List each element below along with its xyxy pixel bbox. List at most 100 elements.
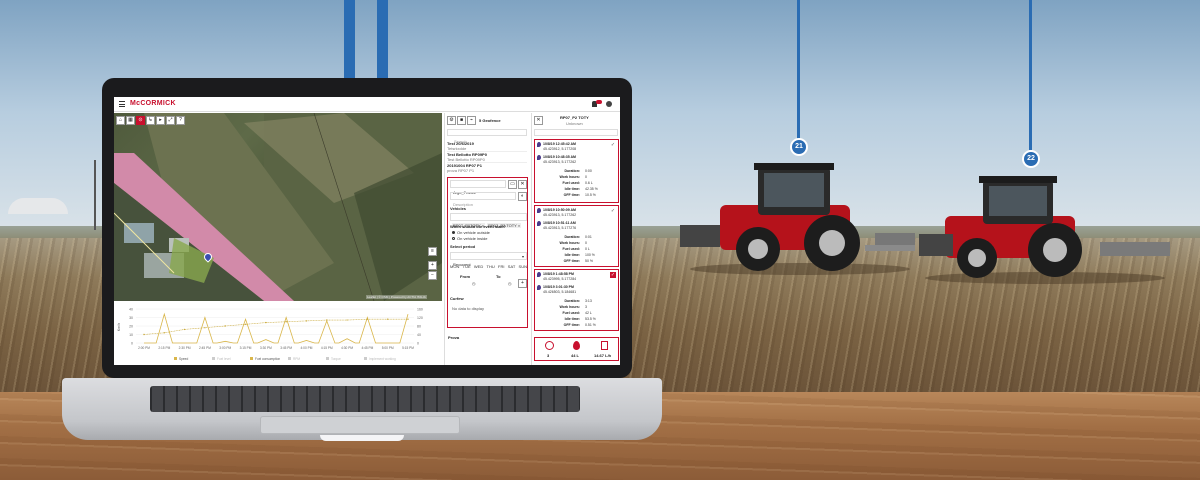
- list-item[interactable]: 20191004 RP07 P1 prova RP07 P1: [447, 163, 527, 174]
- check-icon[interactable]: ✓: [610, 142, 616, 148]
- home-icon[interactable]: ⌂: [116, 116, 125, 125]
- settings-icon[interactable]: ⚙: [447, 116, 456, 125]
- hamburger-menu-icon[interactable]: [119, 101, 125, 107]
- user-icon[interactable]: [606, 101, 612, 107]
- data-point: [386, 318, 389, 320]
- fullscreen-icon[interactable]: ⤢: [166, 116, 175, 125]
- layers-icon[interactable]: ▦: [126, 116, 135, 125]
- trip-card[interactable]: 10/8/19 12:45:42 AM 45.423912, 5.177208 10…: [534, 139, 619, 203]
- geofence-item-sub: Tetsrkxdde: [447, 146, 467, 151]
- day-toggle[interactable]: THU: [487, 264, 495, 269]
- stop-icon[interactable]: ■: [457, 116, 466, 125]
- vehicles-select[interactable]: RP07_P0TOTY × RP07_P2 TOTY ×: [450, 213, 527, 228]
- x-tick-label: 3:15 PM: [240, 346, 252, 350]
- from-label: From: [460, 274, 470, 279]
- map-attribution: Leaflet | © OSM | Powered by ACTIA ITALI…: [366, 295, 427, 299]
- marker-pole-22: [1029, 0, 1032, 150]
- farm-silo: [8, 198, 68, 214]
- legend-label: Implement working: [369, 357, 396, 361]
- description-field[interactable]: Description: [450, 192, 516, 207]
- color-picker-icon[interactable]: ◐: [518, 192, 527, 201]
- blue-pole-2: [377, 0, 388, 78]
- trash-icon[interactable]: ✕: [518, 180, 527, 189]
- stat-value: 0.51 %: [585, 323, 596, 327]
- map-pin-icon: [537, 208, 541, 213]
- geofence-item-sub: Test Bellotto RP09P0: [447, 157, 485, 162]
- data-point: [326, 319, 328, 321]
- stat-label: Fuel used:: [562, 181, 580, 185]
- tractor-image-2: [919, 176, 1170, 284]
- stat-value: 0: [585, 241, 587, 245]
- y-tick-label: 20: [129, 325, 133, 329]
- day-toggle[interactable]: TUE: [463, 264, 471, 269]
- fuel-rate: 14.67 L/h: [594, 353, 612, 358]
- folder-icon[interactable]: ▭: [508, 180, 517, 189]
- satellite-map[interactable]: ⌂ ▦ ⊙ ↳ ▸ ⤢ ? + − ≡ Leaflet | © OSM | Po…: [114, 113, 442, 301]
- geofence-search[interactable]: Search: [447, 129, 527, 144]
- x-tick-label: 4:15 PM: [321, 346, 333, 350]
- day-toggle[interactable]: MON: [450, 264, 459, 269]
- check-icon[interactable]: ✓: [610, 272, 616, 278]
- series-line-speed: [144, 312, 409, 344]
- x-tick-label: 2:30 PM: [179, 346, 191, 350]
- legend-swatch: [364, 357, 367, 360]
- geofence-item-sub: prova RP07 P1: [447, 168, 475, 173]
- data-point: [285, 321, 287, 323]
- day-toggle[interactable]: FRI: [498, 264, 504, 269]
- trip-card[interactable]: 10/8/19 1:48:58 PM 45.423995, 5.177284 10/…: [534, 269, 619, 331]
- legend-label: Speed: [179, 357, 188, 361]
- app-topbar: McCORMICK: [114, 97, 620, 112]
- data-point: [346, 319, 348, 321]
- vehicles-label: Vehicles: [450, 206, 467, 211]
- data-point: [183, 328, 186, 331]
- list-item[interactable]: Test 20/6/2019 Tetsrkxdde: [447, 141, 527, 152]
- data-point: [407, 318, 409, 320]
- vehicle-search[interactable]: Search: [534, 129, 618, 144]
- radio-outside[interactable]: On vehicle outside: [452, 230, 490, 235]
- fuel-pump-icon: [601, 341, 608, 350]
- data-point: [163, 332, 166, 334]
- location-icon[interactable]: ⊙: [136, 116, 145, 125]
- y-tick-label: 30: [129, 316, 133, 320]
- close-icon[interactable]: ✕: [534, 116, 543, 125]
- geofence-name-field[interactable]: Argo_France: [450, 180, 506, 195]
- stat-value: 0.6 L: [585, 181, 593, 185]
- route-icon[interactable]: ↳: [146, 116, 155, 125]
- y2-tick-label: 0: [417, 342, 419, 346]
- map-layers-button[interactable]: ≡: [428, 247, 437, 256]
- day-selector: MON TUE WED THU FRI SAT SUN: [450, 264, 527, 269]
- stat-label: Idle time:: [564, 317, 580, 321]
- zoom-out-button[interactable]: −: [428, 271, 437, 280]
- from-clock-icon[interactable]: ◷: [472, 281, 476, 286]
- data-point: [224, 325, 226, 327]
- check-icon[interactable]: ✓: [610, 208, 616, 214]
- x-tick-label: 3:00 PM: [219, 346, 231, 350]
- stat-label: Work hours:: [559, 305, 580, 309]
- radio-inside[interactable]: On vehicle inside: [452, 236, 487, 241]
- list-item[interactable]: Test Bellotto RP09P0 Test Bellotto RP09P…: [447, 152, 527, 163]
- to-clock-icon[interactable]: ◷: [508, 281, 512, 286]
- end-coord: 45.423913, 5.177262: [543, 160, 577, 164]
- add-period-button[interactable]: +: [518, 279, 527, 288]
- end-coord: 45.426503, 5.184681: [543, 290, 577, 294]
- laptop-trackpad: [260, 416, 460, 434]
- legend-swatch: [174, 357, 177, 360]
- chart-svg: 40 30 20 10 0 160 120 80 40 0 Km/h 2:00 PM 2:15 PM 2:…: [117, 308, 423, 361]
- stat-label: Duration:: [564, 169, 580, 173]
- period-select[interactable]: Recurrent ▾: [450, 252, 527, 267]
- zoom-in-button[interactable]: +: [428, 261, 437, 270]
- stat-value: 0 L: [585, 247, 590, 251]
- help-icon[interactable]: ?: [176, 116, 185, 125]
- vehicle-status: Unknown: [566, 121, 583, 126]
- trip-card[interactable]: 10/8/19 10:50:09 AM 45.423913, 5.177262 10…: [534, 205, 619, 267]
- vehicle-title: RP07_P2 TOTY: [560, 115, 589, 120]
- curfew-empty: No data to display: [452, 306, 485, 311]
- day-toggle[interactable]: SUN: [519, 264, 527, 269]
- stat-value: 42.35 %: [585, 187, 598, 191]
- pointer-icon[interactable]: ▸: [156, 116, 165, 125]
- x-tick-label: 4:00 PM: [301, 346, 313, 350]
- stat-value: 3:13: [585, 299, 592, 303]
- day-toggle[interactable]: SAT: [508, 264, 515, 269]
- chart-icon[interactable]: ⌁: [467, 116, 476, 125]
- day-toggle[interactable]: WED: [474, 264, 483, 269]
